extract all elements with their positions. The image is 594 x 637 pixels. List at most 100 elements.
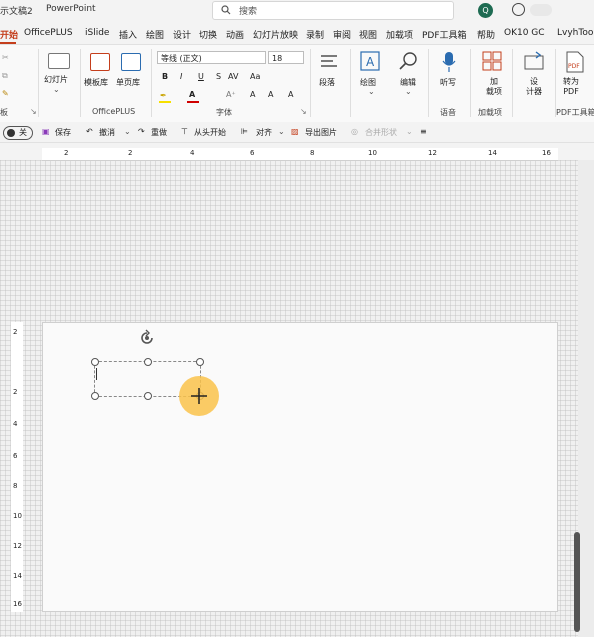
chevron-down-icon[interactable]: ⌄	[278, 127, 285, 136]
pdf-icon[interactable]: PDF	[566, 51, 584, 73]
save-button[interactable]: 保存	[55, 127, 71, 138]
tab-draw[interactable]: 绘图	[146, 28, 164, 41]
svg-text:PDF: PDF	[568, 63, 580, 70]
tab-officeplus[interactable]: OfficePLUS	[24, 28, 73, 38]
font-launcher-icon[interactable]: ↘	[300, 107, 307, 116]
tab-animations[interactable]: 动画	[226, 28, 244, 41]
format-painter-icon[interactable]: ✎	[2, 89, 9, 98]
ruler-tick: 10	[13, 512, 22, 520]
tab-ok10[interactable]: OK10 GC	[504, 28, 545, 38]
export-image-button[interactable]: 导出图片	[305, 127, 337, 138]
separator	[38, 49, 39, 117]
drawing-icon[interactable]: A	[360, 51, 380, 71]
rotate-handle-icon[interactable]	[138, 329, 156, 347]
tab-slideshow[interactable]: 幻灯片放映	[253, 28, 298, 41]
tab-view[interactable]: 视图	[359, 28, 377, 41]
copy-icon[interactable]: ⧉	[2, 71, 8, 81]
customize-qat-icon[interactable]: ≡	[420, 127, 427, 136]
ruler-tick: 8	[310, 149, 315, 157]
bold-button[interactable]: B	[162, 72, 168, 81]
tab-islide[interactable]: iSlide	[85, 28, 109, 38]
font-color-button[interactable]: A	[189, 90, 195, 99]
separator	[470, 49, 471, 117]
search-box[interactable]: 搜索	[212, 1, 454, 20]
single-page-lib-button[interactable]: 单页库	[116, 77, 140, 88]
scrollbar-thumb[interactable]	[574, 532, 580, 632]
redo-button[interactable]: 重做	[151, 127, 167, 138]
chevron-down-icon[interactable]: ⌄	[368, 87, 375, 96]
ruler-tick: 4	[13, 420, 18, 428]
addins-grid-icon[interactable]	[482, 51, 502, 71]
italic-button[interactable]: I	[180, 72, 182, 81]
cut-icon[interactable]: ✂	[2, 53, 9, 62]
chevron-down-icon[interactable]: ⌄	[405, 87, 412, 96]
resize-handle[interactable]	[196, 358, 204, 366]
underline-button[interactable]: U	[198, 72, 204, 81]
tab-addins[interactable]: 加载项	[386, 28, 413, 41]
effects-button[interactable]: A⁺	[226, 90, 236, 99]
font-name-select[interactable]: 等线 (正文)	[157, 51, 266, 64]
char-spacing-button[interactable]: AV	[228, 72, 238, 81]
save-icon[interactable]: ▣	[42, 127, 50, 136]
convert-pdf-button[interactable]: 转为 PDF	[563, 77, 579, 97]
align-icon[interactable]: ⊫	[241, 127, 248, 136]
undo-button[interactable]: 撤消	[99, 127, 115, 138]
tab-lvyhtool[interactable]: LvyhToo	[557, 28, 593, 38]
addins-button[interactable]: 加 载项	[486, 77, 502, 97]
editing-search-icon[interactable]	[398, 51, 418, 71]
font-size-select[interactable]: 18	[268, 51, 304, 64]
chevron-down-icon[interactable]: ⌄	[124, 127, 131, 136]
paragraph-button[interactable]: 段落	[319, 77, 335, 88]
crosshair-cursor-icon	[191, 388, 207, 404]
align-button[interactable]: 对齐	[256, 127, 272, 138]
separator	[512, 49, 513, 117]
new-slide-button[interactable]: 幻灯片	[44, 74, 68, 85]
lightbulb-icon[interactable]	[512, 3, 525, 16]
undo-icon[interactable]: ↶	[86, 127, 93, 136]
designer-button[interactable]: 设 计器	[526, 77, 542, 97]
microphone-icon[interactable]	[442, 51, 456, 73]
chevron-down-icon[interactable]: ⌄	[53, 85, 60, 94]
vertical-ruler: 2 2 4 6 8 10 12 14 16	[11, 322, 23, 612]
designer-icon[interactable]	[524, 51, 544, 71]
slide[interactable]	[42, 322, 558, 612]
tab-design[interactable]: 设计	[173, 28, 191, 41]
tab-pdf-tools[interactable]: PDF工具箱	[422, 28, 467, 41]
dictate-button[interactable]: 听写	[440, 77, 456, 88]
template-lib-icon[interactable]	[90, 53, 110, 71]
autosave-switch[interactable]: 关	[3, 126, 33, 140]
resize-handle[interactable]	[144, 392, 152, 400]
export-image-icon[interactable]: ▨	[291, 127, 299, 136]
clear-format-button[interactable]: A	[288, 90, 293, 99]
text-cursor	[96, 368, 97, 380]
user-avatar[interactable]: Q	[478, 3, 493, 18]
ruler-tick: 14	[488, 149, 497, 157]
paragraph-icon[interactable]	[320, 53, 338, 69]
tab-record[interactable]: 录制	[306, 28, 324, 41]
separator	[428, 49, 429, 117]
tab-review[interactable]: 审阅	[333, 28, 351, 41]
ruler-tick: 2	[13, 328, 18, 336]
pdf-group-label: PDF工具箱	[556, 108, 594, 117]
template-lib-button[interactable]: 模板库	[84, 77, 108, 88]
highlight-icon[interactable]: ✒	[160, 91, 167, 100]
shrink-font-button[interactable]: A	[268, 90, 273, 99]
vertical-scrollbar[interactable]	[578, 160, 594, 637]
tab-home[interactable]: 开始	[0, 28, 18, 41]
tab-help[interactable]: 帮助	[477, 28, 495, 41]
redo-icon[interactable]: ↷	[138, 127, 145, 136]
resize-handle[interactable]	[91, 358, 99, 366]
from-start-button[interactable]: 从头开始	[194, 127, 226, 138]
tab-insert[interactable]: 插入	[119, 28, 137, 41]
resize-handle[interactable]	[144, 358, 152, 366]
strikethrough-button[interactable]: S	[216, 72, 221, 81]
resize-handle[interactable]	[91, 392, 99, 400]
slideshow-icon[interactable]: ⊤	[181, 127, 188, 136]
new-slide-icon[interactable]	[48, 53, 70, 69]
tab-transitions[interactable]: 切换	[199, 28, 217, 41]
single-page-lib-icon[interactable]	[121, 53, 141, 71]
grow-font-button[interactable]: A	[250, 90, 255, 99]
change-case-button[interactable]: Aa	[250, 72, 260, 81]
clipboard-launcher-icon[interactable]: ↘	[30, 107, 37, 116]
autosave-toggle[interactable]	[530, 4, 552, 16]
